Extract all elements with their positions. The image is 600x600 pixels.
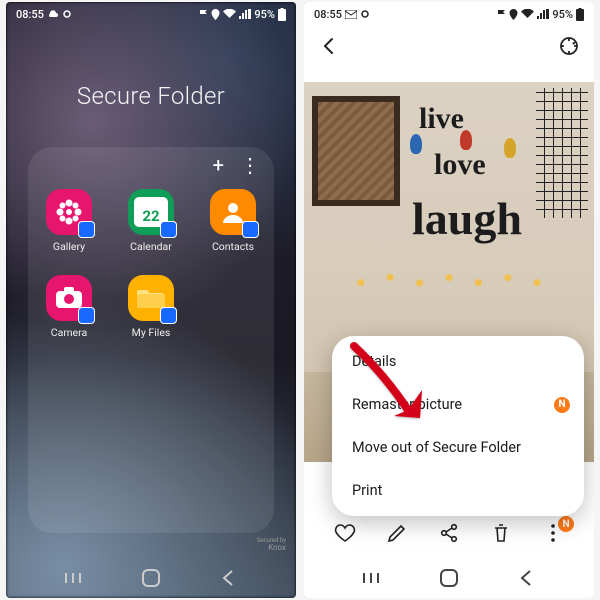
- settings-suggest-icon: [62, 9, 72, 19]
- back-button[interactable]: [318, 35, 340, 57]
- delete-icon[interactable]: [490, 522, 512, 544]
- app-contacts[interactable]: Contacts: [192, 189, 274, 253]
- home-button[interactable]: [438, 567, 460, 589]
- status-bar: 08:55 95%: [6, 2, 296, 26]
- more-button[interactable]: ⋮: [240, 155, 260, 175]
- settings-suggest-icon: [360, 9, 370, 19]
- contacts-icon: [210, 189, 256, 235]
- page-title: Secure Folder: [6, 82, 296, 110]
- remaster-icon[interactable]: [558, 35, 580, 57]
- app-my-files[interactable]: My Files: [110, 275, 192, 339]
- app-label: Contacts: [212, 240, 254, 253]
- signal-icon: [239, 9, 251, 19]
- flag-icon: [199, 9, 208, 20]
- system-nav-bar: [304, 558, 594, 598]
- mail-icon: [345, 10, 357, 19]
- status-bar: 08:55 95%: [304, 2, 594, 26]
- wall-text-laugh: laugh: [412, 192, 522, 245]
- battery-icon: [576, 8, 584, 21]
- screenshot-photo-viewer: 08:55 95% live love laugh: [304, 2, 594, 598]
- wifi-icon: [223, 9, 236, 19]
- folder-icon: [128, 275, 174, 321]
- home-button[interactable]: [140, 567, 162, 589]
- gallery-icon: [46, 189, 92, 235]
- share-icon[interactable]: [438, 522, 460, 544]
- photo-frame: [312, 96, 400, 206]
- clock: 08:55: [314, 8, 342, 21]
- knox-label: Secured byKnox: [257, 536, 286, 552]
- location-icon: [509, 9, 518, 20]
- location-icon: [211, 9, 220, 20]
- system-nav-bar: [6, 558, 296, 598]
- recents-button[interactable]: [361, 568, 381, 588]
- favorite-icon[interactable]: [334, 522, 356, 544]
- battery-icon: [278, 8, 286, 21]
- menu-print[interactable]: Print: [332, 469, 584, 512]
- string-lights: [344, 270, 554, 288]
- new-badge: N: [558, 516, 574, 532]
- app-gallery[interactable]: Gallery: [28, 189, 110, 253]
- new-badge: N: [554, 397, 570, 413]
- app-panel: + ⋮ Gallery 22 Calendar Contacts: [28, 147, 274, 533]
- app-calendar[interactable]: 22 Calendar: [110, 189, 192, 253]
- screenshot-secure-folder: 08:55 95% Secure Folder + ⋮ Gallery: [6, 2, 296, 598]
- figurine: [504, 138, 516, 158]
- camera-icon: [46, 275, 92, 321]
- calendar-icon: 22: [128, 189, 174, 235]
- wall-text-live: live: [419, 102, 464, 136]
- flag-icon: [497, 9, 506, 20]
- signal-icon: [537, 9, 549, 19]
- app-label: Gallery: [53, 240, 85, 253]
- grid-board: [536, 88, 588, 218]
- battery-percent: 95%: [552, 8, 573, 21]
- app-camera[interactable]: Camera: [28, 275, 110, 339]
- wall-text-love: love: [434, 148, 486, 182]
- viewer-header: [304, 26, 594, 66]
- app-grid: Gallery 22 Calendar Contacts Camera: [28, 189, 274, 339]
- viewer-bottom-bar: N: [304, 512, 594, 558]
- wifi-icon: [521, 9, 534, 19]
- edit-icon[interactable]: [386, 522, 408, 544]
- clock: 08:55: [16, 8, 44, 21]
- annotation-arrow: [344, 340, 434, 434]
- add-button[interactable]: +: [213, 155, 224, 175]
- cloud-icon: [47, 9, 59, 19]
- app-label: Camera: [51, 326, 87, 339]
- back-button[interactable]: [517, 568, 537, 588]
- app-label: My Files: [132, 326, 171, 339]
- figurine: [410, 134, 422, 154]
- recents-button[interactable]: [63, 568, 83, 588]
- app-label: Calendar: [130, 240, 172, 253]
- figurine: [460, 130, 472, 150]
- back-button[interactable]: [219, 568, 239, 588]
- battery-percent: 95%: [254, 8, 275, 21]
